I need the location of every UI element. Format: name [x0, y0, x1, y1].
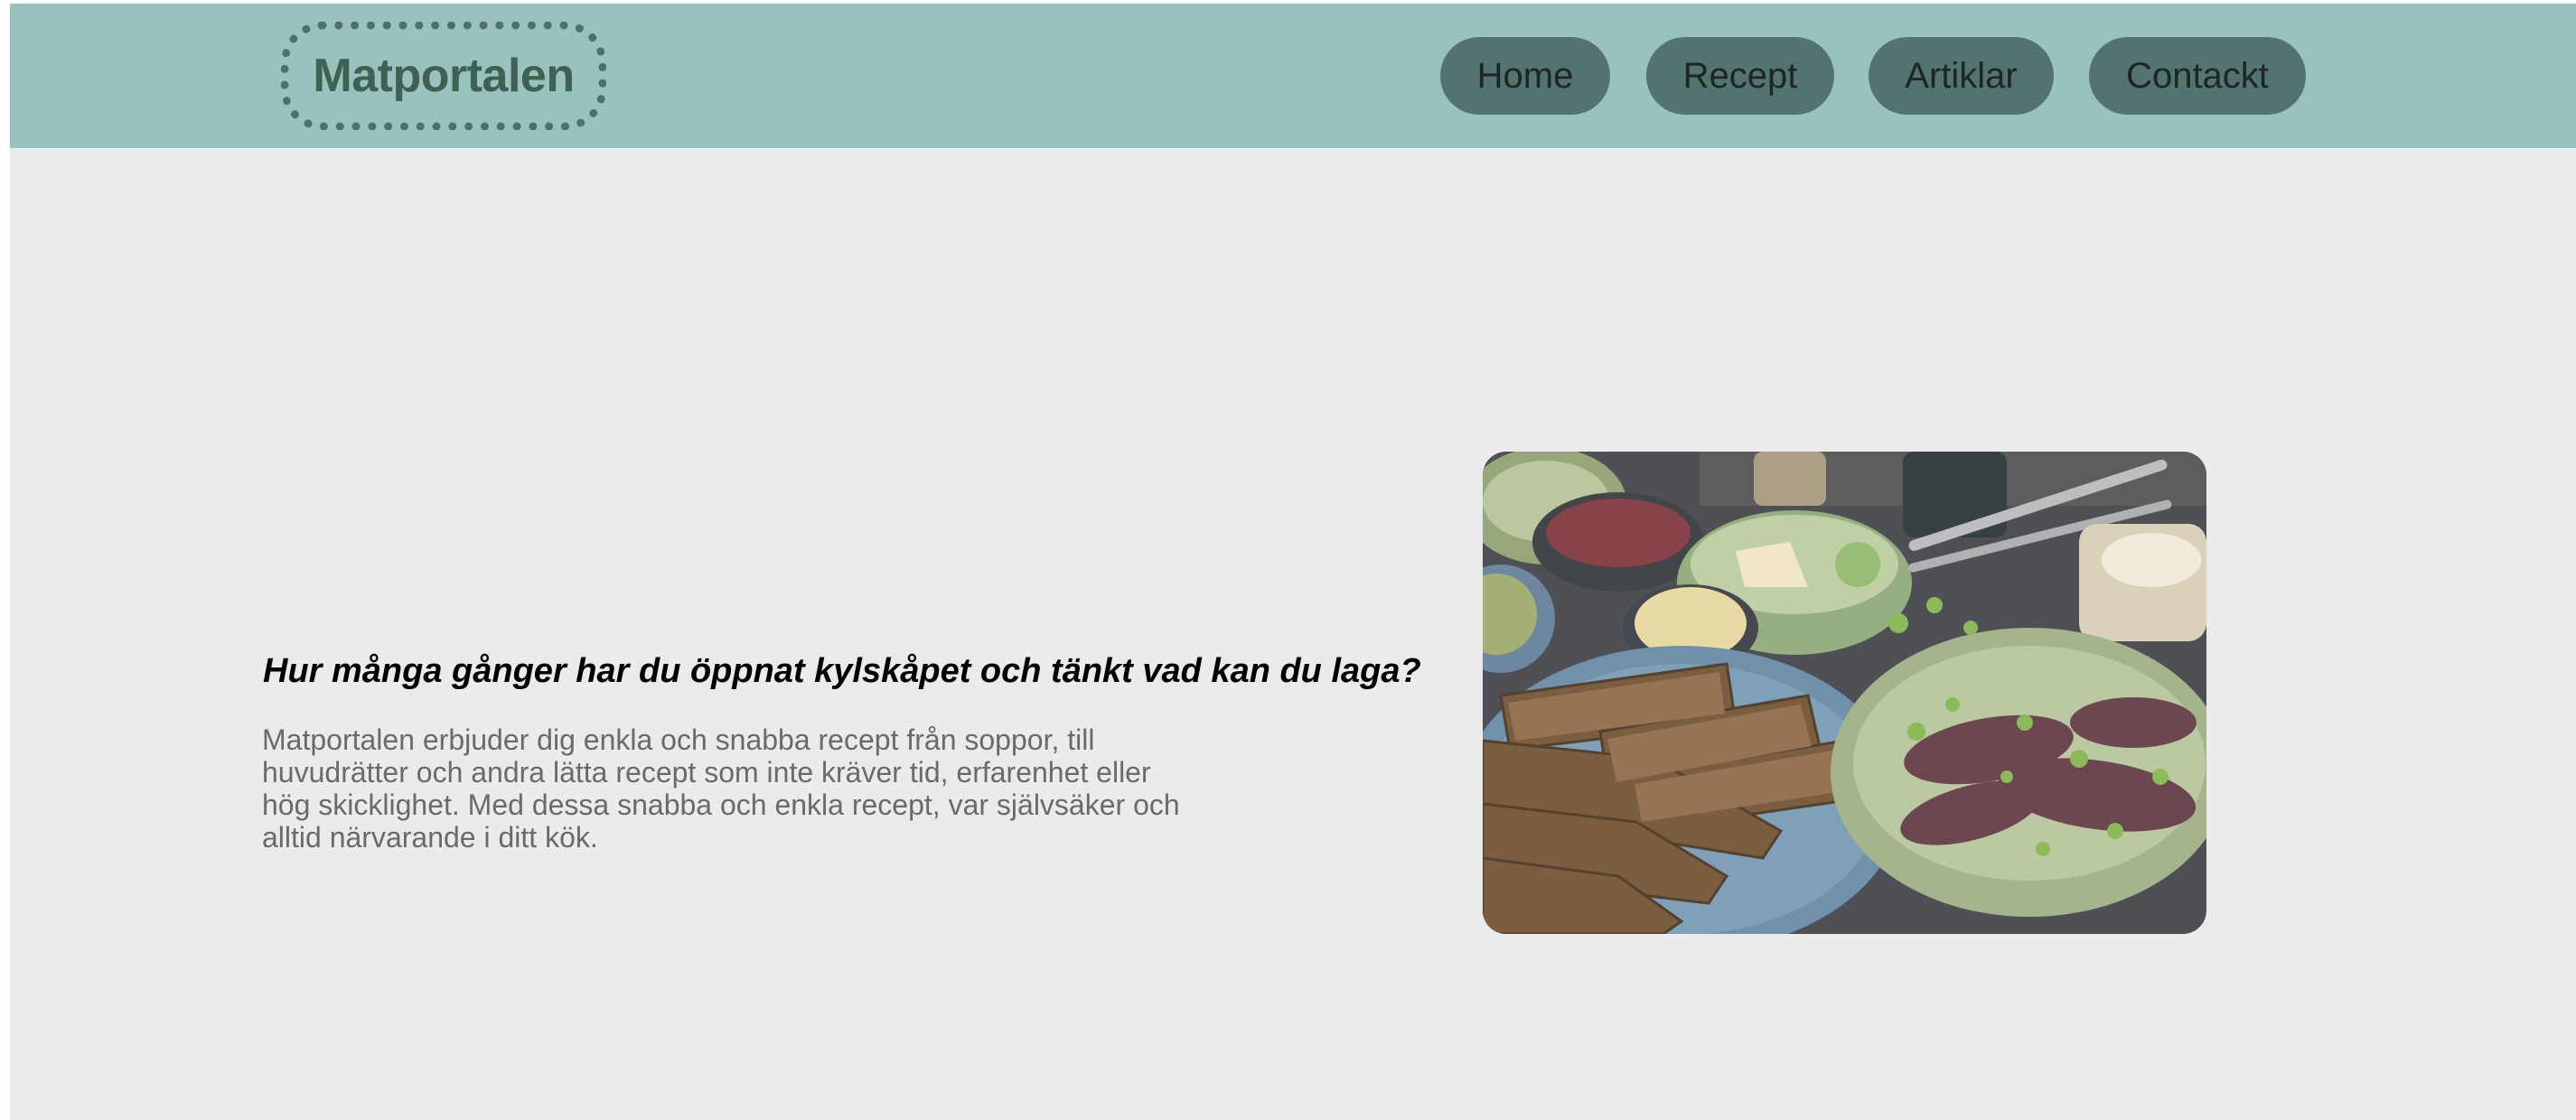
nav-recept-button[interactable]: Recept [1646, 37, 1834, 115]
page: Matportalen Home Recept Artiklar Contack… [10, 4, 2576, 1120]
nav-artiklar-button[interactable]: Artiklar [1869, 37, 2054, 115]
nav-home-button[interactable]: Home [1440, 37, 1610, 115]
food-photo [1483, 452, 2206, 934]
logo-text: Matportalen [313, 50, 575, 102]
hero-heading: Hur många gånger har du öppnat kylskåpet… [263, 652, 1421, 690]
site-header: Matportalen Home Recept Artiklar Contack… [10, 4, 2576, 148]
nav-contact-button[interactable]: Contackt [2089, 37, 2306, 115]
site-logo[interactable]: Matportalen [281, 22, 606, 130]
hero-description: Matportalen erbjuder dig enkla och snabb… [262, 723, 1180, 854]
